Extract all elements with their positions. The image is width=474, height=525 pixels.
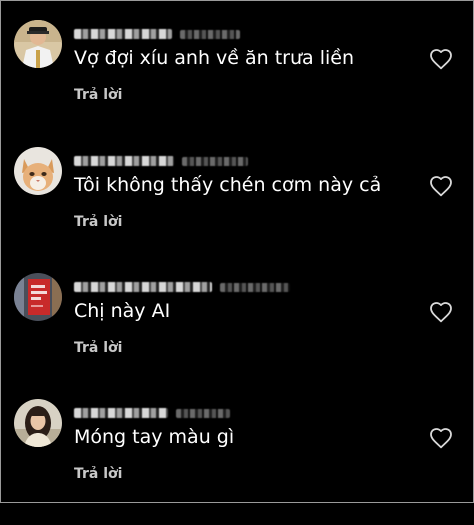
heart-outline-icon[interactable] <box>429 175 453 197</box>
avatar[interactable] <box>14 399 62 447</box>
username[interactable] <box>74 153 248 169</box>
comment-text: Tôi không thấy chén cơm này cả <box>74 174 382 196</box>
username[interactable] <box>74 279 290 295</box>
reply-button[interactable]: Trả lời <box>74 213 122 231</box>
heart-outline-icon[interactable] <box>429 301 453 323</box>
reply-button[interactable]: Trả lời <box>74 86 122 104</box>
username-redacted <box>74 29 172 39</box>
avatar[interactable] <box>14 273 62 321</box>
comment-text: Chị này AI <box>74 300 171 322</box>
reply-button[interactable]: Trả lời <box>74 339 122 357</box>
username-redacted <box>74 156 174 166</box>
timestamp-redacted <box>220 282 290 292</box>
username-redacted <box>74 408 168 418</box>
timestamp-redacted <box>182 156 248 166</box>
timestamp-redacted <box>180 29 240 39</box>
avatar-cat-icon <box>14 147 62 195</box>
comment-item: Chị này AI Trả lời <box>0 273 474 399</box>
comment-item: Vợ đợi xíu anh về ăn trưa liền Trả lời <box>0 20 474 146</box>
username[interactable] <box>74 26 240 42</box>
username[interactable] <box>74 405 230 421</box>
timestamp-redacted <box>176 408 230 418</box>
comment-item: Móng tay màu gì Trả lời <box>0 399 474 525</box>
comment-text: Móng tay màu gì <box>74 426 235 448</box>
avatar[interactable] <box>14 147 62 195</box>
heart-outline-icon[interactable] <box>429 48 453 70</box>
avatar-book-icon <box>14 273 62 321</box>
avatar-girl-icon <box>14 399 62 447</box>
heart-outline-icon[interactable] <box>429 427 453 449</box>
comment-text: Vợ đợi xíu anh về ăn trưa liền <box>74 47 355 69</box>
avatar-uniform-man-icon <box>14 20 62 68</box>
reply-button[interactable]: Trả lời <box>74 465 122 483</box>
comment-item: Tôi không thấy chén cơm này cả Trả lời <box>0 147 474 273</box>
username-redacted <box>74 282 212 292</box>
avatar[interactable] <box>14 20 62 68</box>
